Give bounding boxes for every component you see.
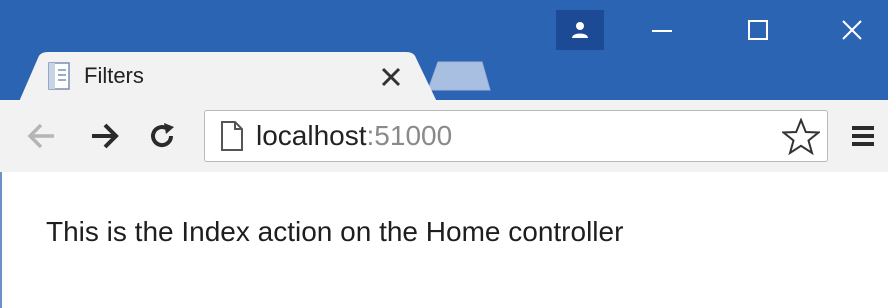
tab-close-icon[interactable] [378,64,404,90]
star-icon[interactable] [782,118,820,156]
minimize-icon [652,30,672,32]
arrow-left-icon [27,123,54,149]
page-favicon-icon [48,62,70,90]
tab-filters[interactable] [18,52,438,104]
maximize-button[interactable] [728,12,788,48]
reload-button[interactable] [144,118,180,154]
page-icon [221,121,243,151]
profile-button[interactable] [556,10,604,50]
minimize-button[interactable] [632,12,692,48]
browser-window: Filters localhost:51000 This is the Inde… [0,0,888,308]
forward-button[interactable] [86,118,122,154]
page-body-text: This is the Index action on the Home con… [46,216,624,247]
user-icon [572,22,588,38]
arrow-right-icon [92,123,119,149]
reload-icon [151,123,174,148]
close-icon [842,20,862,40]
url-port: :51000 [366,120,453,151]
url-text[interactable]: localhost:51000 [256,118,452,154]
hamburger-menu-icon[interactable] [848,120,878,152]
tab-title: Filters [84,63,144,88]
maximize-icon [748,20,768,40]
close-window-button[interactable] [822,12,882,48]
url-host: localhost [256,120,367,151]
back-button[interactable] [24,118,60,154]
